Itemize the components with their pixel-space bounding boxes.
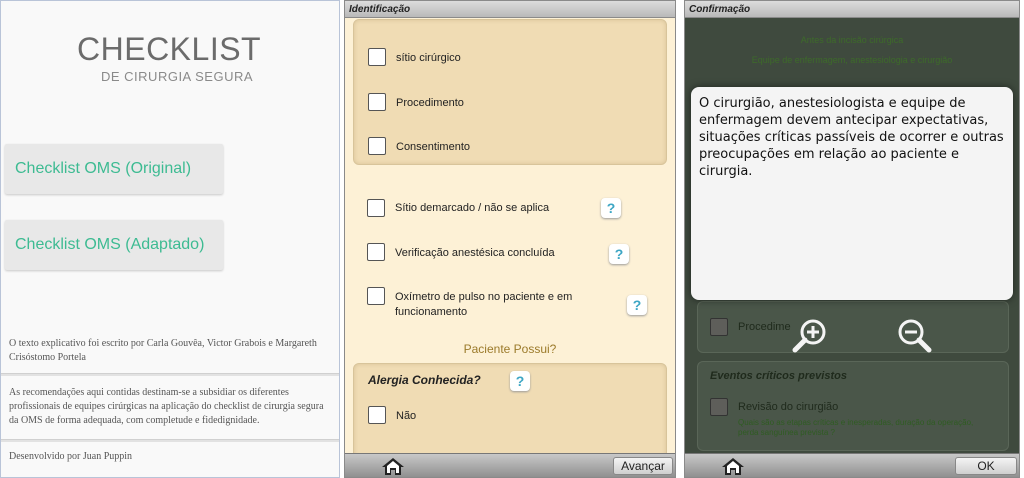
screen-title: Confirmação — [685, 1, 1019, 18]
developer-credit: Desenvolvido por Juan Puppin — [9, 451, 133, 462]
recommendations-text: As recomendações aqui contidas destinam-… — [9, 387, 324, 426]
identification-group: sítio cirúrgico Procedimento Consentimen… — [353, 19, 667, 165]
checkbox-procedimento[interactable] — [368, 93, 386, 111]
section-subheading: Equipe de enfermagem, anestesiologia e c… — [751, 55, 953, 65]
section-heading: Antes da incisão cirúrgica — [800, 35, 904, 45]
checkbox-label: Procedime — [738, 321, 791, 333]
home-icon[interactable] — [379, 456, 407, 476]
alergia-group: Alergia Conhecida? ? Não — [353, 363, 667, 459]
checkbox-alergia-nao[interactable] — [368, 406, 386, 424]
checkbox-label: Revisão do cirurgião — [738, 401, 839, 413]
checkbox-oximetro[interactable] — [367, 287, 385, 305]
screen-title: Identificação — [345, 1, 675, 18]
eventos-group: Eventos críticos previstos Revisão do ci… — [697, 361, 1009, 451]
eventos-title: Eventos críticos previstos — [710, 370, 847, 382]
info-popup: O cirurgião, anestesiologista e equipe d… — [691, 87, 1013, 300]
alergia-title: Alergia Conhecida? — [368, 373, 481, 387]
checkbox-revisao[interactable] — [710, 398, 728, 416]
logo-subtitle: DE CIRURGIA SEGURA — [101, 69, 254, 84]
checkbox-label: Oxímetro de pulso no paciente e em funci… — [395, 291, 573, 318]
paciente-heading: Paciente Possui? — [463, 342, 557, 356]
checklist-adapted-button[interactable]: Checklist OMS (Adaptado) — [5, 220, 223, 270]
logo-title: CHECKLIST — [77, 31, 262, 67]
revisao-detail: Quais são as etapas críticas e inesperad… — [738, 418, 974, 437]
credits-text: O texto explicativo foi escrito por Carl… — [9, 338, 317, 363]
confirmacao-screen: Confirmação Antes da incisão cirúrgica E… — [684, 0, 1020, 478]
bottom-toolbar: OK — [685, 453, 1019, 477]
checkbox-label: sítio cirúrgico — [396, 52, 461, 64]
checkbox-label: Consentimento — [396, 141, 470, 153]
checklist-original-button[interactable]: Checklist OMS (Original) — [5, 144, 223, 194]
checkbox-sitio-demarcado[interactable] — [367, 199, 385, 217]
divider — [1, 373, 339, 376]
checkbox-label: Sítio demarcado / não se aplica — [395, 202, 550, 214]
help-icon[interactable]: ? — [627, 295, 647, 315]
checkbox-sitio-cirurgico[interactable] — [368, 48, 386, 66]
checkbox-consentimento[interactable] — [368, 137, 386, 155]
checkbox-label: Não — [396, 410, 417, 422]
zoom-in-icon[interactable] — [791, 317, 829, 355]
checkbox-procedimento[interactable] — [710, 318, 728, 336]
bottom-toolbar: Avançar — [345, 453, 675, 477]
checkbox-verificacao-anestesica[interactable] — [367, 243, 385, 261]
home-screen: CHECKLIST DE CIRURGIA SEGURA Checklist O… — [0, 0, 340, 478]
home-icon[interactable] — [719, 456, 747, 476]
checkbox-label: Verificação anestésica concluída — [395, 247, 555, 259]
help-icon[interactable]: ? — [601, 198, 621, 218]
ok-button[interactable]: OK — [955, 457, 1017, 475]
help-icon[interactable]: ? — [510, 371, 530, 391]
divider — [1, 439, 339, 442]
identificacao-screen: Identificação sítio cirúrgico Procedimen… — [344, 0, 676, 478]
help-icon[interactable]: ? — [609, 244, 629, 264]
zoom-out-icon[interactable] — [895, 317, 933, 355]
advance-button[interactable]: Avançar — [613, 457, 673, 475]
checkbox-label: Procedimento — [396, 97, 464, 109]
procedimento-group: Procedime — [697, 301, 1009, 353]
